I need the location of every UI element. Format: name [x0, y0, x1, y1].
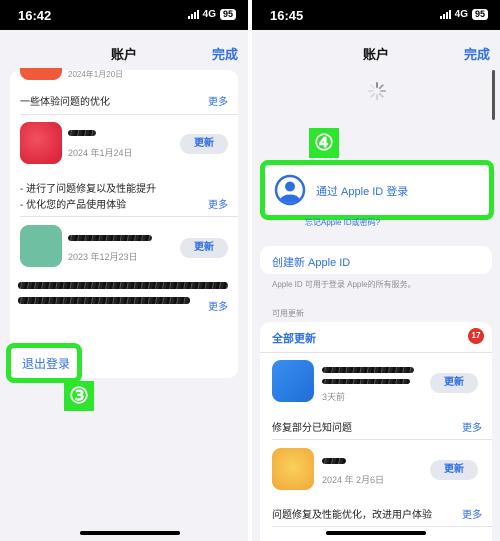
- update-note: 问题修复及性能优化，改进用户体验: [272, 510, 432, 521]
- status-icons: 4G 95: [439, 9, 488, 20]
- divider: [20, 114, 238, 115]
- update-button[interactable]: 更新: [430, 373, 478, 393]
- updates-card: 2024年1月20日 一些体验问题的优化 更多 2024 年1月24日 更新 -…: [10, 68, 238, 360]
- battery-icon: 95: [471, 9, 488, 20]
- redacted-app-name: [322, 367, 414, 373]
- redacted-app-name: [322, 379, 410, 384]
- step-badge: ④: [309, 128, 339, 158]
- update-count-badge: 17: [468, 328, 484, 344]
- create-id-description: Apple ID 可用于登录 Apple的所有服务。: [272, 280, 416, 289]
- update-button[interactable]: 更新: [430, 460, 478, 480]
- divider: [260, 352, 492, 353]
- redacted-app-name: [68, 130, 96, 136]
- more-link[interactable]: 更多: [208, 93, 228, 108]
- signal-icon: [187, 10, 199, 19]
- redacted-note: [18, 282, 228, 289]
- app-date: 2024 年 2月6日: [322, 475, 385, 485]
- update-button[interactable]: 更新: [180, 134, 228, 154]
- more-link[interactable]: 更多: [208, 298, 228, 313]
- update-button[interactable]: 更新: [180, 238, 228, 258]
- divider: [272, 439, 492, 440]
- update-note: 修复部分已知问题: [272, 423, 352, 434]
- more-link[interactable]: 更多: [208, 196, 228, 211]
- status-time: 16:42: [18, 8, 52, 23]
- section-header: 可用更新: [272, 309, 304, 318]
- available-updates-card: 全部更新 17 3天前 更新 修复部分已知问题 更多 2024 年 2月6日 更…: [260, 322, 492, 541]
- app-icon: [20, 122, 62, 164]
- app-date-partial: 2024年1月20日: [68, 70, 124, 79]
- app-date: 2023 年12月23日: [68, 252, 138, 262]
- create-id-button[interactable]: 创建新 Apple ID: [272, 254, 350, 270]
- scrollbar[interactable]: [492, 70, 495, 120]
- divider: [20, 216, 238, 217]
- create-id-row[interactable]: 创建新 Apple ID: [260, 246, 492, 274]
- forgot-link[interactable]: 忘记Apple ID或密码?: [305, 217, 380, 228]
- left-screen: 16:42 4G 95 账户 完成 2024年1月20日 一些体验问题的优化 更…: [0, 0, 248, 541]
- divider: [272, 526, 492, 527]
- status-bar: 16:42 4G 95: [0, 0, 248, 30]
- app-date: 2024 年1月24日: [68, 148, 133, 158]
- app-icon-partial: [20, 68, 62, 80]
- app-icon: [272, 360, 314, 402]
- redacted-note: [18, 297, 190, 304]
- account-sheet: 账户 完成 2024年1月20日 一些体验问题的优化 更多 2024 年1月24…: [0, 30, 248, 541]
- step-badge: ③: [64, 381, 94, 411]
- page-title: 账户: [362, 47, 389, 62]
- status-time: 16:45: [270, 8, 304, 23]
- done-button[interactable]: 完成: [464, 44, 490, 63]
- update-note: - 进行了问题修复以及性能提升: [20, 184, 157, 195]
- redacted-app-name: [68, 235, 152, 241]
- battery-icon: 95: [219, 9, 236, 20]
- update-all-button[interactable]: 全部更新: [272, 330, 316, 346]
- home-indicator: [80, 531, 180, 535]
- done-button[interactable]: 完成: [212, 44, 238, 63]
- status-bar: 16:45 4G 95: [252, 0, 500, 30]
- app-date: 3天前: [322, 392, 346, 402]
- highlight-box: [260, 160, 494, 220]
- account-sheet: 账户 完成 ④ 通过 Apple ID 登录 忘记Apple ID或密码? 创建…: [252, 30, 500, 541]
- status-icons: 4G 95: [187, 9, 236, 20]
- network-label: 4G: [202, 9, 216, 20]
- more-link[interactable]: 更多: [462, 419, 482, 434]
- highlight-box: [6, 343, 82, 383]
- right-screen: 16:45 4G 95 账户 完成 ④ 通过 Apple ID 登录 忘记App…: [252, 0, 500, 541]
- update-note: 一些体验问题的优化: [20, 97, 110, 108]
- loading-spinner-icon: [368, 82, 386, 100]
- redacted-app-name: [322, 458, 346, 464]
- network-label: 4G: [454, 9, 468, 20]
- update-note: - 优化您的产品使用体验: [20, 200, 127, 211]
- page-title: 账户: [110, 47, 137, 62]
- app-icon: [20, 225, 62, 267]
- more-link[interactable]: 更多: [462, 506, 482, 521]
- app-icon: [272, 448, 314, 490]
- home-indicator: [326, 531, 426, 535]
- signal-icon: [439, 10, 451, 19]
